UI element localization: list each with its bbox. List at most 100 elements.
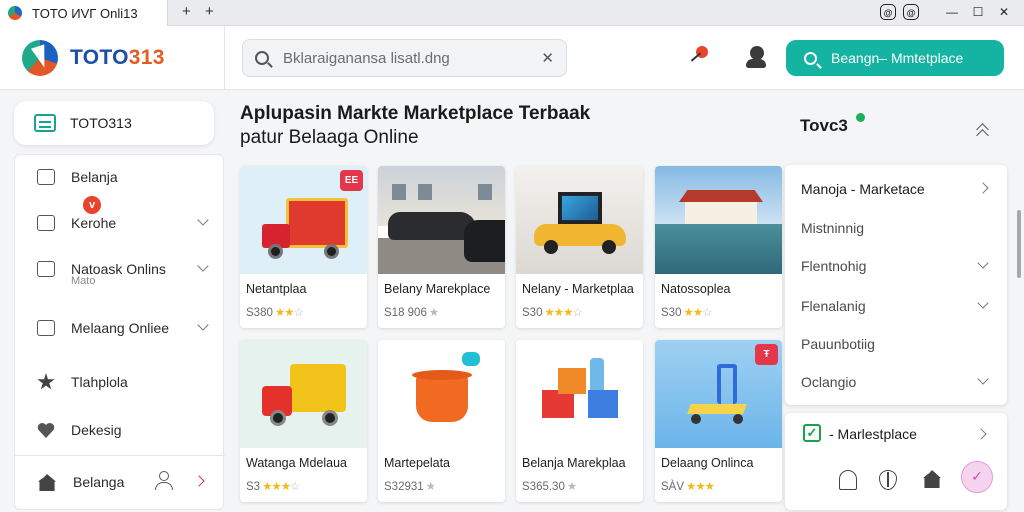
category-row[interactable]: Flenalanig xyxy=(801,297,991,314)
product-card[interactable]: Belanja Marekplaa S365.30 ★ xyxy=(516,340,643,502)
sidebar-item-dekesig[interactable]: Dekesig xyxy=(15,412,225,448)
category-row[interactable]: Flentnohig xyxy=(801,257,991,274)
extension-icon-2[interactable]: @ xyxy=(903,4,919,20)
page-title: Aplupasin Markte Marketplace Terbaak pat… xyxy=(240,103,591,148)
chevron-down-icon xyxy=(197,319,209,331)
product-card[interactable]: Natossoplea S30 ★★☆ xyxy=(655,166,782,328)
marketplace-label: - Marlestplace xyxy=(829,426,917,442)
product-tag-badge: Ŧ xyxy=(755,344,778,365)
product-price: S30 ★★★☆ xyxy=(522,307,583,319)
product-image xyxy=(378,166,505,274)
product-card[interactable]: Martepelata S32931 ★ xyxy=(378,340,505,502)
product-card[interactable]: Watanga Mdelaua S3 ★★★☆ xyxy=(240,340,367,502)
header-divider xyxy=(224,26,225,90)
category-row[interactable]: Oclangio xyxy=(801,373,991,390)
logo[interactable]: TOTO313 xyxy=(22,40,165,76)
user-avatar-icon[interactable] xyxy=(744,44,768,72)
calendar-icon xyxy=(37,261,55,277)
sidebar-item-belanja[interactable]: Belanja xyxy=(15,159,225,195)
product-label: Delaang Onlinca xyxy=(661,456,754,470)
product-card[interactable]: Ŧ Delaang Onlinca SÀV ★★★ xyxy=(655,340,782,502)
sidebar-item-label: Kerohe xyxy=(71,215,117,231)
sidebar-brand-label: TOTO313 xyxy=(70,115,132,131)
grid-icon xyxy=(37,320,55,336)
product-label: Belany Marekplace xyxy=(384,282,491,296)
clear-icon[interactable]: ✕ xyxy=(541,49,554,67)
confirm-button[interactable]: ✓ xyxy=(961,461,993,493)
logo-text: TOTO313 xyxy=(70,46,165,69)
category-row[interactable]: Manoja - Marketace xyxy=(801,181,991,197)
rating-stars: ★★★ xyxy=(686,481,715,493)
product-price: S380 ★★☆ xyxy=(246,307,304,319)
product-label: Netantplaa xyxy=(246,282,307,296)
rating-stars: ★★★☆ xyxy=(544,307,582,319)
sidebar: Belanja Kerohe Natoask Onlins Mato Melaa… xyxy=(14,154,225,510)
home-icon xyxy=(37,473,57,491)
chevron-down-icon xyxy=(197,260,209,272)
chevron-right-icon[interactable] xyxy=(975,428,987,440)
cta-label: Beangn– Mmtetplace xyxy=(831,50,964,66)
product-price: S365.30 ★ xyxy=(522,481,577,493)
product-price: S30 ★★☆ xyxy=(661,307,712,319)
marketplace-search-button[interactable]: Beangn– Mmtetplace xyxy=(786,40,1004,76)
product-image xyxy=(655,166,782,274)
sidebar-brand-item[interactable]: TOTO313 xyxy=(14,101,214,145)
sidebar-item-natoask[interactable]: Natoask Onlins Mato xyxy=(15,251,225,287)
search-input[interactable]: Bklaraiganansa lisatl.dng ✕ xyxy=(242,39,567,77)
product-label: Watanga Mdelaua xyxy=(246,456,347,470)
favicon-icon xyxy=(8,6,22,20)
product-image xyxy=(516,340,643,448)
product-price: S3 ★★★☆ xyxy=(246,481,300,493)
extension-icon-1[interactable]: @ xyxy=(880,4,896,20)
new-tab-icon[interactable]: + xyxy=(205,3,214,20)
rating-stars: ★★☆ xyxy=(683,307,712,319)
tab-title: TOTO ИVΓ Onli13 xyxy=(32,5,138,21)
browser-tab[interactable]: TOTO ИVΓ Onli13 xyxy=(0,0,168,26)
sidebar-divider xyxy=(15,455,225,456)
star-icon xyxy=(37,373,55,390)
category-panel: Manoja - Marketace Mistninnig Flentnohig… xyxy=(785,165,1007,405)
sidebar-item-kerohe[interactable]: Kerohe xyxy=(15,205,225,241)
rating-stars: ★ xyxy=(425,481,436,493)
minimize-button[interactable]: — xyxy=(944,4,960,20)
right-panel-title: Tovc3 xyxy=(800,116,848,135)
category-row[interactable]: Mistninnig xyxy=(801,220,991,236)
chevron-down-icon xyxy=(977,257,989,269)
sidebar-item-melaang[interactable]: Melaang Onliee xyxy=(15,310,225,346)
store-icon xyxy=(34,114,56,132)
product-card[interactable]: Nelany - Marketplaa S30 ★★★☆ xyxy=(516,166,643,328)
sidebar-item-sublabel: Mato xyxy=(71,275,96,287)
product-card[interactable]: EE Netantplaa S380 ★★☆ xyxy=(240,166,367,328)
search-icon xyxy=(804,51,817,65)
product-label: Nelany - Marketplaa xyxy=(522,282,634,296)
maximize-button[interactable]: ☐ xyxy=(970,4,986,20)
sidebar-item-tlahplola[interactable]: Tlahplola xyxy=(15,364,225,400)
product-label: Belanja Marekplaa xyxy=(522,456,626,470)
sidebar-item-label: Dekesig xyxy=(71,422,122,438)
product-image xyxy=(240,340,367,448)
bell-icon[interactable] xyxy=(839,470,857,490)
search-icon xyxy=(255,51,269,65)
shield-icon[interactable] xyxy=(879,470,897,490)
search-placeholder: Bklaraiganansa lisatl.dng xyxy=(283,49,450,67)
checkbox-checked-icon[interactable]: ✓ xyxy=(803,424,821,442)
profile-icon[interactable] xyxy=(155,471,173,491)
chevron-right-icon xyxy=(977,182,989,194)
close-window-button[interactable]: ✕ xyxy=(996,4,1012,20)
product-label: Natossoplea xyxy=(661,282,731,296)
category-row[interactable]: Pauunbotiig xyxy=(801,336,991,352)
product-price: SÀV ★★★ xyxy=(661,481,715,493)
marketplace-panel: ✓ - Marlestplace ✓ xyxy=(785,413,1007,510)
rating-stars: ★★☆ xyxy=(274,307,304,319)
tab-close-icon[interactable]: + xyxy=(182,3,191,20)
product-card[interactable]: Belany Marekplace S18 906 ★ xyxy=(378,166,505,328)
status-dot xyxy=(856,113,865,122)
home-icon[interactable] xyxy=(923,470,941,488)
logo-mark-icon xyxy=(22,40,58,76)
rating-stars: ★ xyxy=(566,481,577,493)
product-image xyxy=(516,166,643,274)
scrollbar[interactable] xyxy=(1017,210,1021,278)
pin-icon[interactable] xyxy=(686,44,712,72)
browser-tabstrip: TOTO ИVΓ Onli13 + + @ @ — ☐ ✕ xyxy=(0,0,1024,26)
sidebar-item-label: Tlahplola xyxy=(71,374,128,390)
